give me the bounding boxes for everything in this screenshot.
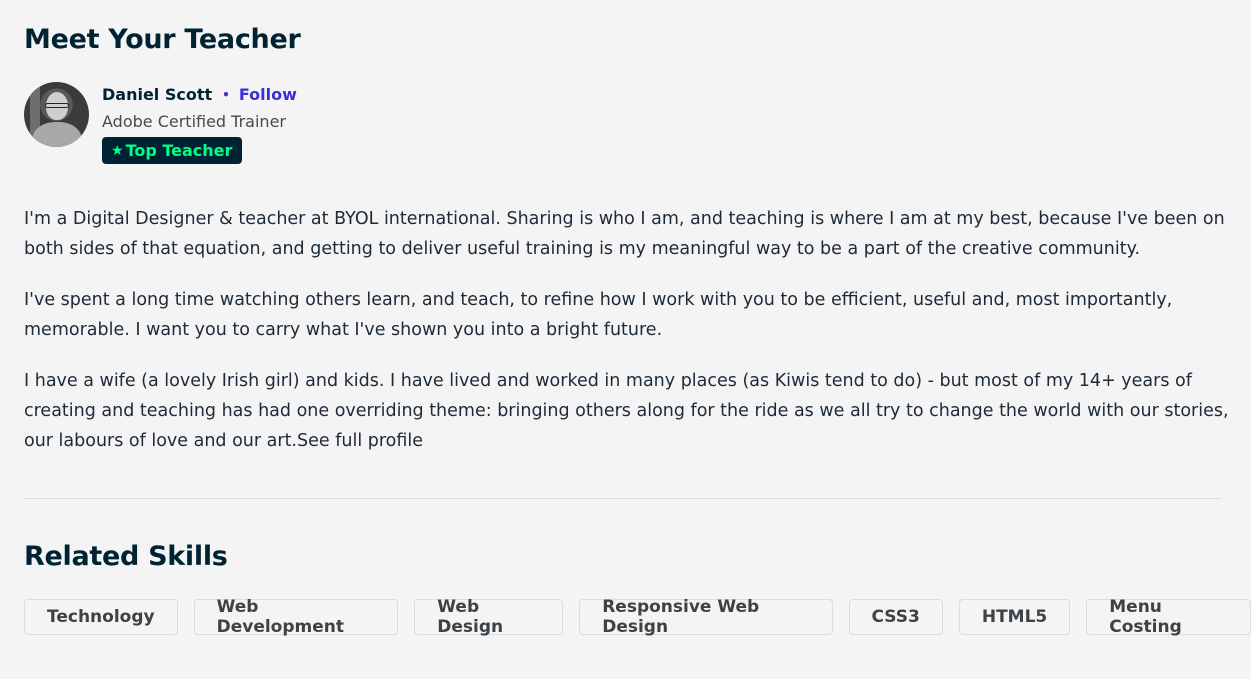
skills-list: Technology Web Development Web Design Re… xyxy=(24,597,1251,637)
skill-chip[interactable]: Technology xyxy=(24,599,178,635)
skill-chip[interactable]: Web Development xyxy=(193,597,399,637)
teacher-name[interactable]: Daniel Scott xyxy=(102,85,212,104)
skill-chip[interactable]: Responsive Web Design xyxy=(579,597,833,637)
bio-paragraph: I'm a Digital Designer & teacher at BYOL… xyxy=(24,209,1225,259)
teacher-subtitle: Adobe Certified Trainer xyxy=(102,112,286,131)
skill-chip[interactable]: CSS3 xyxy=(848,599,943,635)
related-skills-heading: Related Skills xyxy=(24,541,228,572)
skill-chip[interactable]: Menu Costing xyxy=(1086,597,1251,637)
teacher-card: Daniel Scott • Follow Adobe Certified Tr… xyxy=(24,82,297,164)
bio-paragraph: I've spent a long time watching others l… xyxy=(24,290,1173,340)
badge-label: Top Teacher xyxy=(125,141,233,160)
bio-paragraph: I have a wife (a lovely Irish girl) and … xyxy=(24,366,1229,456)
teacher-info: Daniel Scott • Follow Adobe Certified Tr… xyxy=(102,85,297,164)
meet-your-teacher-heading: Meet Your Teacher xyxy=(24,24,301,55)
separator-dot: • xyxy=(222,87,230,102)
top-teacher-badge: ★ Top Teacher xyxy=(102,137,243,164)
teacher-avatar[interactable] xyxy=(24,82,89,147)
teacher-bio: I'm a Digital Designer & teacher at BYOL… xyxy=(24,204,1229,477)
skill-chip[interactable]: HTML5 xyxy=(958,599,1071,635)
name-row: Daniel Scott • Follow xyxy=(102,85,297,104)
star-icon: ★ xyxy=(111,142,124,159)
bio-paragraph-text: I have a wife (a lovely Irish girl) and … xyxy=(24,371,1229,451)
skill-chip[interactable]: Web Design xyxy=(414,597,564,637)
section-divider xyxy=(24,498,1222,499)
see-full-profile-link[interactable]: See full profile xyxy=(297,431,423,451)
follow-button[interactable]: Follow xyxy=(239,85,297,104)
